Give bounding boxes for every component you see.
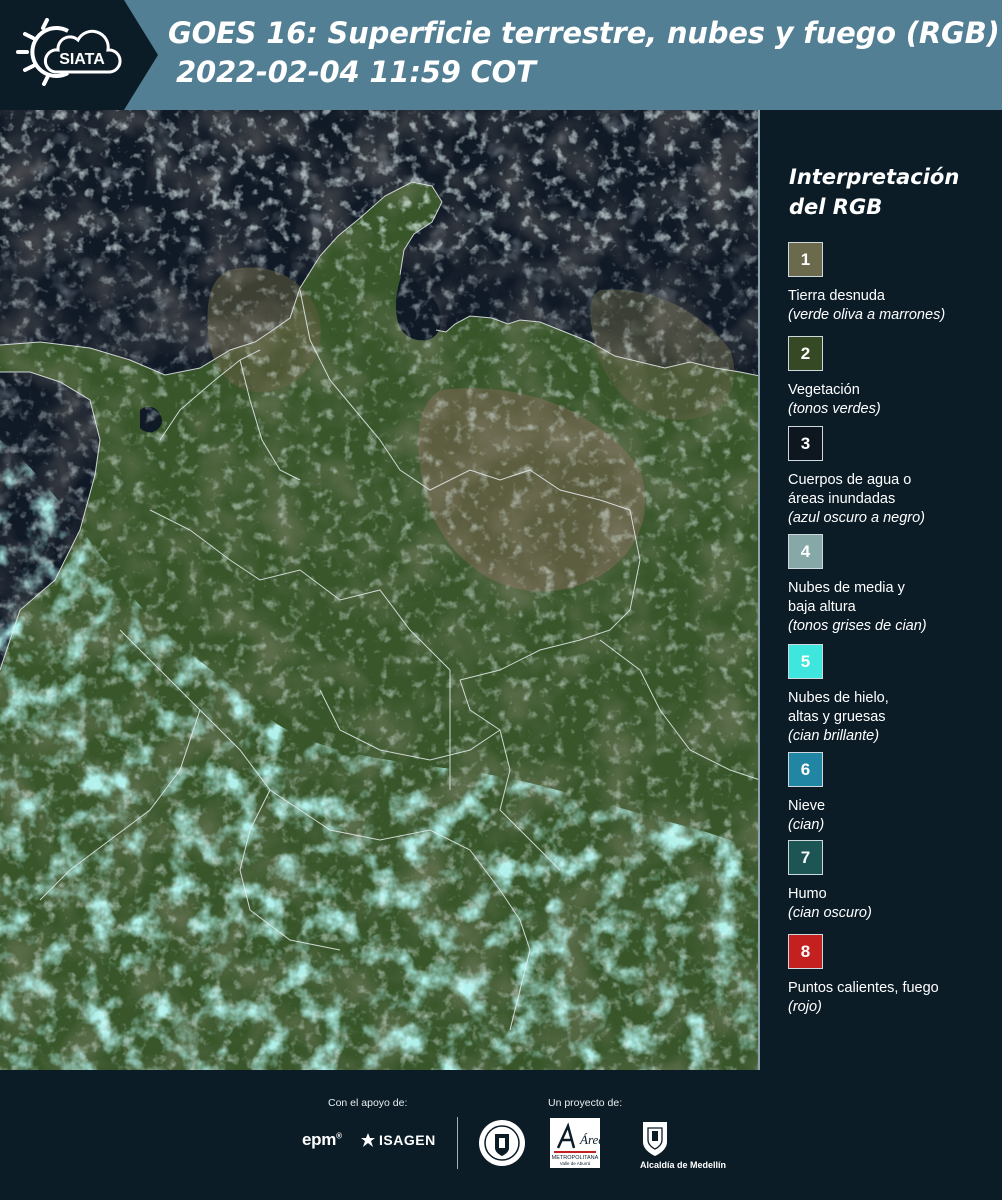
legend-note: (verde oliva a marrones) bbox=[788, 307, 946, 323]
legend-label: baja altura bbox=[788, 599, 856, 615]
legend-note: (cian brillante) bbox=[788, 728, 880, 744]
rgb-legend: Interpretación del RGB 1 Tierra desnuda (v… bbox=[762, 110, 1002, 1070]
legend-item-3: 3 Cuerpos de agua o áreas inundadas (azul o… bbox=[788, 426, 998, 528]
legend-title-line2: del RGB bbox=[789, 195, 883, 219]
legend-item-8: 8 Puntos calientes, fuego (rojo) bbox=[788, 934, 998, 1017]
page-timestamp: 2022-02-04 11:59 COT bbox=[176, 55, 536, 89]
legend-note: (rojo) bbox=[788, 999, 822, 1015]
isagen-logo: ISAGEN bbox=[360, 1132, 436, 1148]
legend-item-6: 6 Nieve (cian) bbox=[788, 752, 998, 835]
legend-label: Tierra desnuda bbox=[788, 288, 885, 304]
legend-label: Puntos calientes, fuego bbox=[788, 980, 939, 996]
isagen-icon bbox=[361, 1133, 375, 1147]
legend-item-7: 7 Humo (cian oscuro) bbox=[788, 840, 998, 923]
legend-title-line1: Interpretación bbox=[789, 165, 960, 189]
legend-swatch-2: 2 bbox=[788, 336, 823, 371]
siata-logo: SIATA bbox=[0, 0, 158, 110]
legend-swatch-5: 5 bbox=[788, 644, 823, 679]
legend-label: áreas inundadas bbox=[788, 491, 896, 507]
legend-swatch-1: 1 bbox=[788, 242, 823, 277]
legend-label: altas y gruesas bbox=[788, 709, 886, 725]
legend-swatch-8: 8 bbox=[788, 934, 823, 969]
legend-label: Nubes de media y bbox=[788, 580, 905, 596]
legend-item-4: 4 Nubes de media y baja altura (tonos grise… bbox=[788, 534, 998, 636]
alcaldia-logo-text: Alcaldía de Medellín bbox=[640, 1160, 727, 1170]
legend-note: (cian) bbox=[788, 817, 825, 833]
legend-swatch-6: 6 bbox=[788, 752, 823, 787]
legend-label: Nubes de hielo, bbox=[788, 690, 889, 706]
project-label: Un proyecto de: bbox=[548, 1097, 623, 1109]
legend-label: Nieve bbox=[788, 798, 826, 814]
area-logo-text3: Valle de Aburrá bbox=[560, 1161, 591, 1166]
legend-label: Cuerpos de agua o bbox=[788, 472, 912, 488]
legend-note: (azul oscuro a negro) bbox=[788, 510, 926, 526]
support-label: Con el apoyo de: bbox=[328, 1097, 408, 1109]
legend-note: (tonos verdes) bbox=[788, 401, 881, 417]
legend-item-2: 2 Vegetación (tonos verdes) bbox=[788, 336, 998, 419]
epm-logo-text: epm bbox=[302, 1130, 337, 1149]
epm-logo: epm® bbox=[302, 1130, 342, 1149]
legend-title: Interpretación del RGB bbox=[789, 162, 989, 222]
legend-item-5: 5 Nubes de hielo, altas y gruesas (cian bri… bbox=[788, 644, 998, 746]
legend-swatch-3: 3 bbox=[788, 426, 823, 461]
legend-label: Humo bbox=[788, 886, 827, 902]
legend-item-1: 1 Tierra desnuda (verde oliva a marrones) bbox=[788, 242, 998, 325]
area-logo-text1: Área bbox=[579, 1132, 600, 1147]
page-title: GOES 16: Superficie terrestre, nubes y f… bbox=[168, 16, 1000, 50]
legend-note: (cian oscuro) bbox=[788, 905, 872, 921]
legend-swatch-7: 7 bbox=[788, 840, 823, 875]
isagen-logo-text: ISAGEN bbox=[379, 1132, 436, 1148]
alcaldia-crest-icon bbox=[643, 1122, 667, 1156]
footer-divider bbox=[457, 1117, 458, 1169]
medellin-university-seal bbox=[479, 1120, 525, 1166]
legend-label: Vegetación bbox=[788, 382, 860, 398]
header-bar: SIATA GOES 16: Superficie terrestre, nub… bbox=[0, 0, 1002, 110]
legend-note: (tonos grises de cian) bbox=[788, 618, 927, 634]
legend-swatch-4: 4 bbox=[788, 534, 823, 569]
area-metropolitana-logo: Área METROPOLITANA Valle de Aburrá bbox=[550, 1118, 605, 1173]
footer: Con el apoyo de: Un proyecto de: epm® IS… bbox=[0, 1070, 1002, 1200]
satellite-map[interactable] bbox=[0, 110, 760, 1070]
siata-logo-text: SIATA bbox=[59, 51, 105, 68]
